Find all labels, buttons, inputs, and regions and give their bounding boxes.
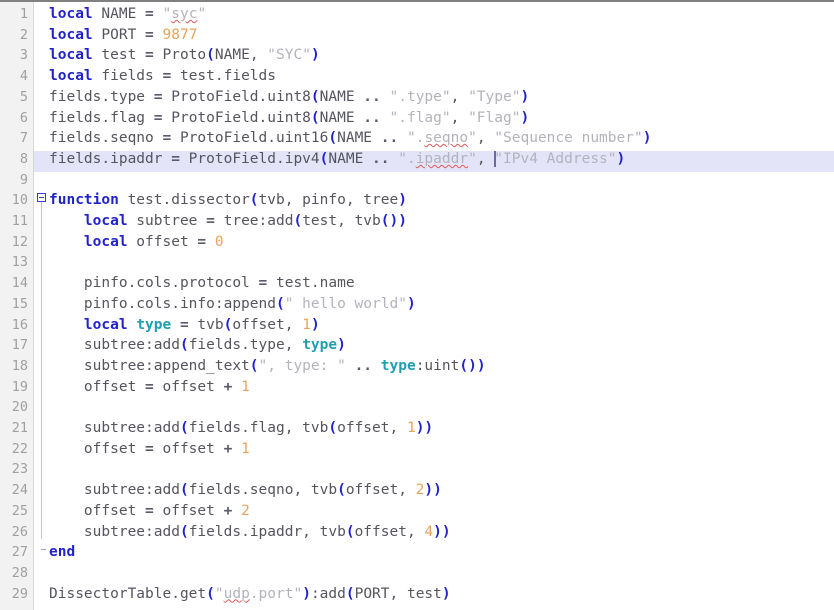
code-line-14[interactable]: pinfo.cols.protocol = test.name bbox=[49, 273, 355, 294]
line-number-13: 13 bbox=[11, 254, 28, 271]
fold-end-marker-line-27[interactable] bbox=[41, 549, 46, 550]
line-number-26: 26 bbox=[11, 523, 28, 540]
line-number-22: 22 bbox=[11, 440, 28, 457]
line-number-20: 20 bbox=[11, 399, 28, 416]
line-number-24: 24 bbox=[11, 482, 28, 499]
line-number-17: 17 bbox=[11, 337, 28, 354]
line-number-29: 29 bbox=[11, 585, 28, 602]
line-number-1: 1 bbox=[19, 6, 28, 22]
code-folding-column[interactable] bbox=[35, 2, 49, 610]
code-line-4[interactable]: local fields = test.fields bbox=[49, 66, 276, 87]
code-line-17[interactable]: subtree:add(fields.type, type) bbox=[49, 335, 346, 356]
line-number-10: 10 bbox=[11, 192, 28, 209]
code-line-25[interactable]: offset = offset + 2 bbox=[49, 501, 250, 522]
code-line-22[interactable]: offset = offset + 1 bbox=[49, 439, 250, 460]
line-number-5: 5 bbox=[19, 88, 28, 105]
line-number-23: 23 bbox=[11, 461, 28, 478]
code-line-7[interactable]: fields.seqno = ProtoField.uint16(NAME ..… bbox=[49, 128, 651, 149]
line-number-18: 18 bbox=[11, 357, 28, 374]
line-number-4: 4 bbox=[19, 68, 28, 85]
line-number-8: 8 bbox=[19, 150, 28, 167]
line-number-28: 28 bbox=[11, 564, 28, 581]
line-number-2: 2 bbox=[19, 26, 28, 43]
line-number-9: 9 bbox=[19, 171, 28, 188]
line-number-12: 12 bbox=[11, 233, 28, 250]
code-editor[interactable]: 1 2 3 4 5 6 7 8 9 10 11 12 13 14 15 16 17 18 19 20 21 22 23 24 2… bbox=[0, 0, 834, 610]
code-line-18[interactable]: subtree:append_text(", type: " .. type:u… bbox=[49, 356, 486, 377]
line-number-16: 16 bbox=[11, 316, 28, 333]
fold-guide-line bbox=[41, 198, 42, 539]
code-line-21[interactable]: subtree:add(fields.flag, tvb(offset, 1)) bbox=[49, 418, 433, 439]
line-number-3: 3 bbox=[19, 47, 28, 64]
line-number-15: 15 bbox=[11, 295, 28, 312]
code-line-3[interactable]: local test = Proto(NAME, "SYC") bbox=[49, 45, 320, 66]
code-line-16[interactable]: local type = tvb(offset, 1) bbox=[49, 315, 320, 336]
line-number-25: 25 bbox=[11, 502, 28, 519]
line-number-14: 14 bbox=[11, 275, 28, 292]
line-number-11: 11 bbox=[11, 213, 28, 229]
code-line-12[interactable]: local offset = 0 bbox=[49, 232, 224, 253]
code-line-26[interactable]: subtree:add(fields.ipaddr, tvb(offset, 4… bbox=[49, 522, 451, 543]
code-line-1[interactable]: local NAME = "syc" bbox=[49, 4, 206, 25]
code-line-6[interactable]: fields.flag = ProtoField.uint8(NAME .. "… bbox=[49, 108, 529, 129]
code-line-19[interactable]: offset = offset + 1 bbox=[49, 377, 250, 398]
text-caret bbox=[494, 151, 496, 167]
code-line-8[interactable]: fields.ipaddr = ProtoField.ipv4(NAME .. … bbox=[49, 149, 625, 170]
code-line-29[interactable]: DissectorTable.get("udp.port"):add(PORT,… bbox=[49, 584, 451, 605]
code-line-2[interactable]: local PORT = 9877 bbox=[49, 25, 197, 46]
code-content[interactable]: local NAME = "syc" local PORT = 9877 loc… bbox=[0, 2, 834, 610]
code-line-15[interactable]: pinfo.cols.info:append(" hello world") bbox=[49, 294, 416, 315]
line-number-27: 27 bbox=[11, 544, 28, 561]
line-number-19: 19 bbox=[11, 378, 28, 395]
code-line-11[interactable]: local subtree = tree:add(test, tvb()) bbox=[49, 211, 407, 232]
line-number-21: 21 bbox=[11, 420, 28, 436]
code-line-24[interactable]: subtree:add(fields.seqno, tvb(offset, 2)… bbox=[49, 480, 442, 501]
fold-collapse-marker-line-10[interactable] bbox=[37, 193, 46, 202]
code-line-10[interactable]: function test.dissector(tvb, pinfo, tree… bbox=[49, 190, 407, 211]
line-number-6: 6 bbox=[19, 109, 28, 126]
line-number-gutter: 1 2 3 4 5 6 7 8 9 10 11 12 13 14 15 16 17 18 19 20 21 22 23 24 2… bbox=[0, 2, 34, 610]
line-number-7: 7 bbox=[19, 130, 28, 147]
code-line-27[interactable]: end bbox=[49, 542, 75, 563]
code-line-5[interactable]: fields.type = ProtoField.uint8(NAME .. "… bbox=[49, 87, 529, 108]
